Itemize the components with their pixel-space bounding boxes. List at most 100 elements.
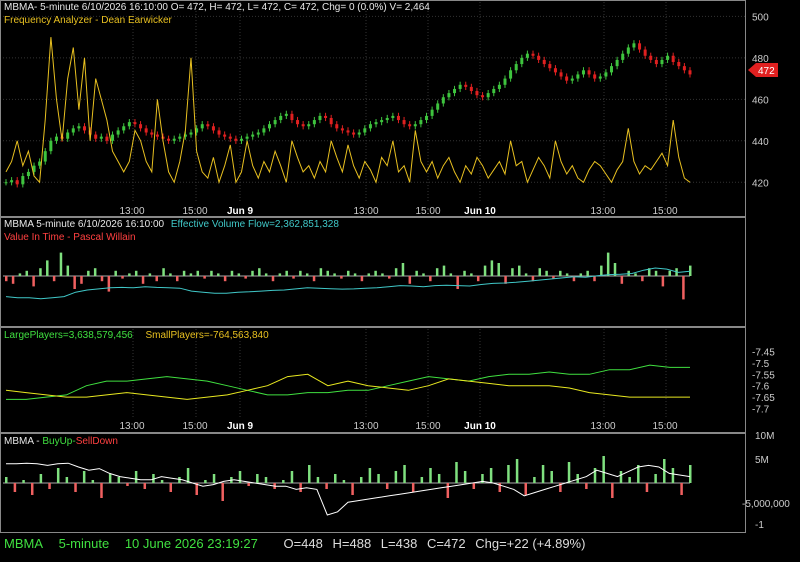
candle-body [94, 134, 98, 139]
candle-body [357, 132, 361, 135]
candle-body [598, 76, 602, 79]
buyup-bar [377, 474, 380, 483]
candle-body [329, 117, 333, 125]
flow-bar [470, 273, 473, 276]
status-high: H=488 [332, 536, 372, 551]
flow-bar [326, 270, 329, 276]
flow-bar [100, 276, 104, 282]
flow-bar [381, 273, 384, 276]
buyup-bar [204, 480, 207, 483]
pane1-quote: O= 472, H= 472, L= 472, C= 472, Chg= 0 (… [170, 2, 430, 13]
candle-body [391, 115, 395, 118]
candle-body [82, 126, 86, 131]
flow-bar [196, 270, 200, 276]
flow-bar [340, 276, 343, 279]
flow-bar [394, 268, 398, 276]
candle-body [682, 66, 686, 71]
buyup-bar [515, 459, 519, 483]
buyup-bar [247, 483, 250, 486]
buyup-bar [160, 480, 164, 483]
candle-body [234, 138, 238, 141]
frequency-analyzer-line [5, 37, 691, 185]
buyup-bar [126, 483, 129, 486]
candle-body [441, 97, 445, 104]
flow-bar [244, 276, 247, 279]
pane-border [0, 327, 746, 433]
flow-bar [593, 276, 596, 282]
flow-bar [182, 270, 186, 276]
buyup-bar [368, 468, 372, 483]
flow-bar [46, 260, 49, 276]
buyup-bar [403, 465, 406, 483]
candle-body [307, 124, 311, 127]
candle-body [486, 93, 490, 98]
flow-bar [490, 260, 494, 276]
time-tick-label: 13:00 [119, 206, 144, 217]
buyup-bar [91, 480, 95, 483]
buyup-bar [429, 468, 432, 483]
candle-body [144, 128, 148, 133]
candle-body [632, 43, 636, 48]
candle-body [262, 128, 266, 133]
flow-bar [251, 270, 254, 276]
flow-bar [66, 265, 70, 276]
candle-body [396, 115, 400, 121]
candle-body [666, 55, 670, 60]
buyup-bar [351, 483, 354, 495]
candle-body [368, 124, 372, 129]
flow-bar [155, 276, 158, 282]
time-tick-label: Jun 10 [464, 421, 496, 432]
buyup-bar [342, 480, 346, 483]
flow-bar [456, 276, 459, 289]
buyup-bar [671, 468, 675, 483]
candle-body [453, 88, 457, 94]
flow-bar [449, 273, 453, 276]
buyup-tick-label: -5,000,000 [742, 499, 790, 510]
candle-body [649, 55, 653, 60]
candle-body [15, 180, 19, 185]
candle-body [497, 84, 501, 89]
flow-bar [333, 273, 336, 276]
candle-body [268, 124, 272, 129]
candle-body [139, 124, 143, 129]
price-tick-label: 420 [752, 178, 769, 189]
candle-body [251, 134, 255, 137]
candle-body [284, 113, 288, 116]
flow-bar [176, 276, 179, 282]
status-datetime: 10 June 2026 23:19:27 [124, 536, 258, 551]
buyup-bar [299, 483, 302, 492]
flow-bar [374, 270, 377, 276]
candle-body [301, 124, 305, 127]
flow-bar [388, 276, 391, 279]
buyup-tick-label: 10M [755, 431, 774, 442]
candle-body [643, 49, 647, 56]
candle-body [21, 176, 25, 185]
candle-body [559, 72, 563, 77]
candle-body [469, 86, 473, 92]
pane1-header: MBMA- 5-minute 6/10/2026 16:10:00 O= 472… [4, 2, 430, 14]
candle-body [615, 59, 619, 67]
candle-body [352, 132, 356, 135]
flow-bar [299, 270, 302, 276]
flow-bar [134, 270, 138, 276]
buyup-bar [411, 483, 415, 492]
candle-body [116, 130, 120, 135]
candle-body [436, 103, 440, 110]
flow-bar [682, 276, 685, 300]
buyup-tick-label: -1 [755, 520, 764, 531]
buyup-bar [507, 465, 510, 483]
last-price-label: 472 [758, 66, 775, 77]
flow-bar [312, 276, 316, 282]
buyup-bar [472, 483, 476, 489]
pane1-symbol: MBMA- 5-minute 6/10/2026 16:10:00 [4, 2, 168, 13]
flow-bar [661, 276, 665, 287]
buyup-bar [645, 483, 649, 492]
candle-body [335, 124, 339, 129]
status-close: C=472 [426, 536, 466, 551]
candle-body [279, 115, 283, 121]
buyup-bar [221, 483, 224, 501]
flow-bar [463, 270, 466, 276]
flow-bar [545, 270, 548, 276]
candle-body [228, 136, 232, 139]
time-tick-label: 15:00 [182, 206, 207, 217]
